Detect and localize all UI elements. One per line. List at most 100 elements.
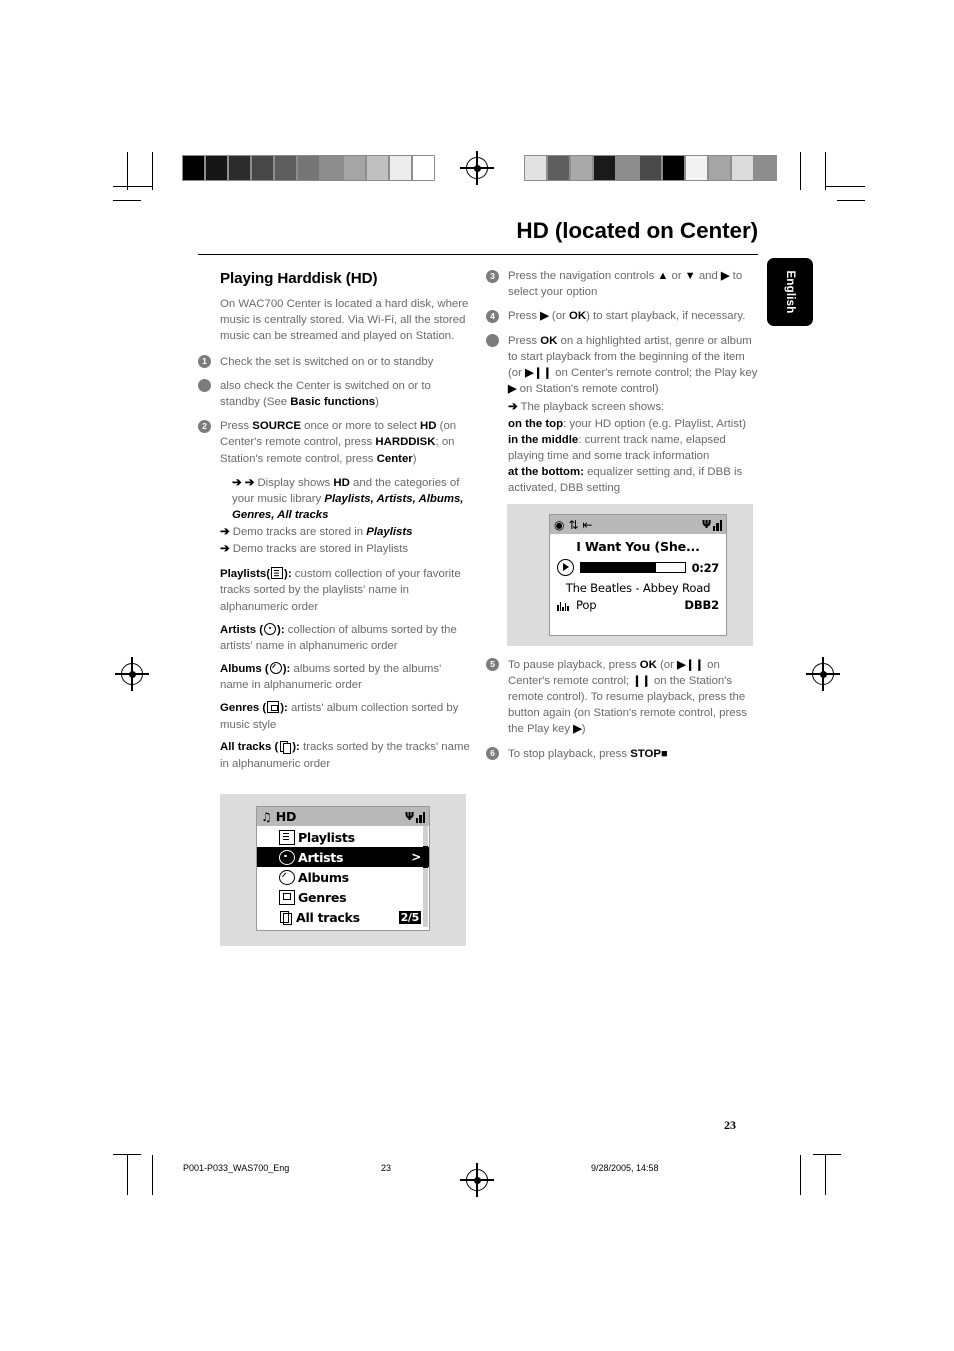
playback-track-title: I Want You (She...: [576, 539, 700, 554]
scrollbar-track[interactable]: [423, 826, 428, 927]
definition-term: Albums (: [220, 662, 269, 675]
wifi-signal-icon: Ψ: [405, 810, 425, 823]
step-bullet-standby: also check the Center is switched on or …: [198, 378, 470, 410]
crop-mark: [837, 200, 865, 202]
album-mode-icon: ◉: [554, 517, 565, 532]
step-text: (or: [548, 310, 570, 323]
definition-term-end: ):: [280, 702, 288, 714]
demo-note-1: ➔ Demo tracks are stored in Playlists: [198, 524, 470, 540]
grayscale-bar-left: [182, 155, 435, 181]
step-4: 4 Press ▶ (or OK) to start playback, if …: [486, 308, 758, 324]
crop-mark: [825, 186, 865, 188]
step-bullet-press-ok: Press OK on a highlighted artist, genre …: [486, 333, 758, 398]
genre-icon: [267, 701, 280, 713]
note-text: : your HD option (e.g. Playlist, Artist): [563, 417, 746, 430]
arrow-icon: ➔: [508, 401, 518, 414]
step-5: 5 To pause playback, press OK (or ▶❙❙ on…: [486, 657, 758, 738]
step-marker: 1: [198, 355, 211, 369]
note-text: Demo tracks are stored in: [232, 526, 367, 539]
step-marker: 2: [198, 419, 211, 433]
arrow-up-icon: ▲: [657, 270, 669, 282]
playback-progress-row: 0:27: [550, 559, 726, 576]
manual-page: HD (located on Center) English Playing H…: [0, 0, 954, 1351]
scrollbar-thumb[interactable]: [423, 846, 428, 868]
playback-screen-figure: ◉ ⇅ ⇤ Ψ I Want You (She... 0:27 The Beat…: [507, 504, 753, 646]
note-bold-hd: HD: [333, 476, 350, 489]
track-icon: [279, 740, 292, 754]
crop-mark: [127, 1155, 129, 1195]
definition-albums: Albums (): albums sorted by the albums' …: [220, 661, 470, 694]
page-number: 23: [724, 1118, 736, 1132]
note-bold-playlists: Playlists: [366, 526, 413, 539]
note-text: Demo tracks are stored in Playlists: [232, 542, 409, 555]
definition-all-tracks: All tracks (): tracks sorted by the trac…: [220, 739, 470, 772]
menu-item-label: Artists: [298, 849, 344, 865]
step-marker: [198, 379, 211, 393]
menu-item-label: Playlists: [298, 829, 355, 845]
menu-item-playlists[interactable]: Playlists: [257, 827, 429, 847]
step-bold-ok: OK: [540, 334, 558, 347]
step-marker: 6: [486, 747, 499, 761]
registration-mark-bottom: [460, 1163, 494, 1197]
play-pause-glyph-icon: ▶❙❙: [525, 367, 552, 380]
artist-icon: [264, 622, 277, 635]
crop-mark: [800, 1155, 802, 1195]
arrow-right-icon: ▶: [721, 270, 730, 282]
progress-fill: [581, 563, 656, 572]
step-bold-center: Center: [376, 452, 413, 465]
title-divider: [198, 254, 758, 255]
section-heading: Playing Harddisk (HD): [220, 270, 378, 287]
step-text: Press the navigation controls: [508, 270, 658, 282]
step-text-end: ) to start playback, if necessary.: [586, 310, 746, 323]
definition-term: All tracks (: [220, 741, 279, 754]
menu-item-label: All tracks: [296, 909, 360, 925]
page-title: HD (located on Center): [516, 218, 758, 243]
playback-artist-album: The Beatles - Abbey Road: [565, 581, 711, 595]
album-icon: [269, 661, 282, 674]
menu-item-genres[interactable]: Genres: [257, 887, 429, 907]
playback-note-top: on the top: your HD option (e.g. Playlis…: [486, 416, 758, 432]
crop-mark: [813, 1154, 841, 1156]
crop-mark: [152, 152, 154, 190]
menu-item-label: Albums: [298, 869, 349, 885]
step-text: or: [668, 270, 685, 282]
equalizer-icon: [557, 600, 571, 611]
step-6: 6 To stop playback, press STOP■: [486, 746, 758, 762]
step-bold-ok: OK: [569, 310, 587, 323]
step-text: Press: [508, 310, 541, 323]
play-pause-glyph-icon: ▶❙❙: [677, 658, 704, 671]
wifi-signal-icon: Ψ: [702, 518, 722, 531]
intro-paragraph: On WAC700 Center is located a hard disk,…: [220, 298, 469, 343]
lcd-playback-header: ◉ ⇅ ⇤ Ψ: [550, 515, 726, 534]
footer-timestamp: 9/28/2005, 14:58: [591, 1163, 659, 1173]
menu-item-albums[interactable]: Albums: [257, 867, 429, 887]
playback-footer: Pop DBB2: [550, 598, 726, 612]
track-icon: [279, 910, 293, 925]
lcd-playback: ◉ ⇅ ⇤ Ψ I Want You (She... 0:27 The Beat…: [549, 514, 727, 636]
progress-bar[interactable]: [580, 562, 686, 573]
definition-term: Playlists(: [220, 567, 271, 580]
step-text: on Center's remote control; the Play key: [552, 367, 758, 380]
crop-mark: [825, 1155, 827, 1195]
step-marker: 5: [486, 658, 499, 672]
pause-glyph-icon: ❙❙: [632, 674, 651, 687]
step-marker: 4: [486, 309, 499, 323]
stop-glyph-icon: ■: [661, 747, 668, 760]
display-shows-note: ➔ ➔ Display shows HD and the categories …: [198, 475, 470, 524]
note-lead: The playback screen shows:: [517, 401, 665, 414]
repeat-icon: ⇤: [582, 517, 593, 532]
genre-icon: [279, 889, 295, 905]
step-text-end: ): [412, 452, 417, 465]
menu-item-artists[interactable]: Artists >: [257, 847, 429, 867]
step-text: Check the set is switched on or to stand…: [220, 355, 434, 368]
definition-artists: Artists (): collection of albums sorted …: [220, 622, 470, 655]
playback-genre: Pop: [576, 598, 597, 612]
step-text: once or more to select: [301, 420, 421, 433]
registration-mark-left: [115, 657, 149, 691]
definition-term-end: ):: [292, 741, 300, 754]
step-text-end: ): [375, 396, 379, 409]
note-bold: in the middle: [508, 433, 579, 446]
playback-note-bottom: at the bottom: equalizer setting and, if…: [486, 464, 758, 496]
elapsed-time: 0:27: [691, 560, 720, 575]
lcd-hd-menu: ♫ HD Ψ Playlists Artists > Albums Genres…: [256, 806, 430, 931]
